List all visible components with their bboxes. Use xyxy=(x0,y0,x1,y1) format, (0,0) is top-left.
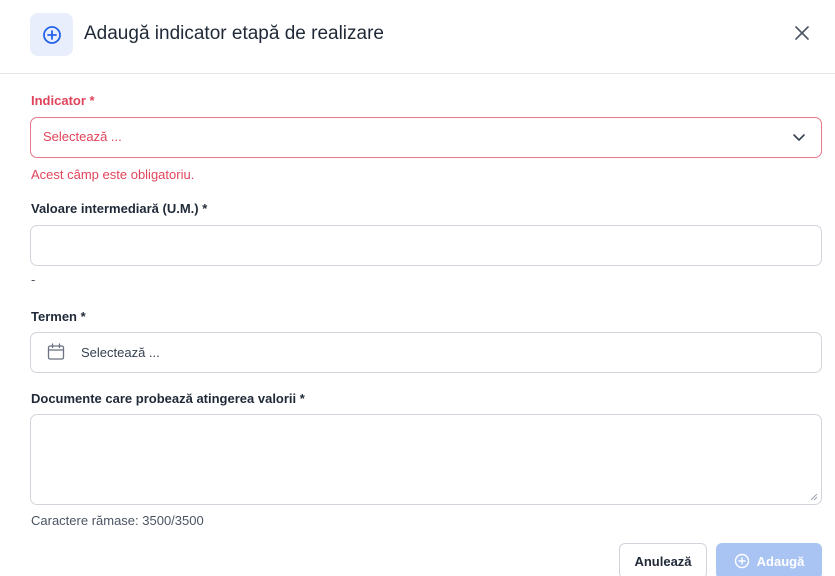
chevron-down-icon xyxy=(793,134,805,141)
close-icon xyxy=(795,26,809,40)
calendar-icon xyxy=(47,343,65,360)
add-button[interactable]: Adaugă xyxy=(716,543,822,576)
valoare-hint: - xyxy=(31,272,36,287)
documente-textarea[interactable] xyxy=(30,414,822,505)
valoare-label: Valoare intermediară (U.M.) * xyxy=(31,201,208,216)
cancel-button[interactable]: Anulează xyxy=(619,543,707,576)
plus-circle-icon xyxy=(30,13,73,56)
valoare-input[interactable] xyxy=(30,225,822,266)
close-button[interactable] xyxy=(791,22,813,44)
documente-label: Documente care probează atingerea valori… xyxy=(31,391,305,406)
termen-label: Termen * xyxy=(31,309,86,324)
indicator-select-placeholder: Selectează ... xyxy=(43,129,122,144)
indicator-select[interactable]: Selectează ... xyxy=(30,117,822,158)
dialog-title: Adaugă indicator etapă de realizare xyxy=(84,23,384,44)
indicator-label: Indicator * xyxy=(31,93,95,108)
plus-circle-icon xyxy=(734,553,749,569)
termen-placeholder: Selectează ... xyxy=(81,345,160,360)
dialog-header: Adaugă indicator etapă de realizare xyxy=(0,0,835,74)
add-button-label: Adaugă xyxy=(756,553,805,569)
indicator-error-message: Acest câmp este obligatoriu. xyxy=(31,167,195,182)
character-counter: Caractere rămase: 3500/3500 xyxy=(31,513,204,528)
termen-datepicker[interactable]: Selectează ... xyxy=(30,332,822,373)
resize-handle-icon[interactable] xyxy=(810,493,818,501)
